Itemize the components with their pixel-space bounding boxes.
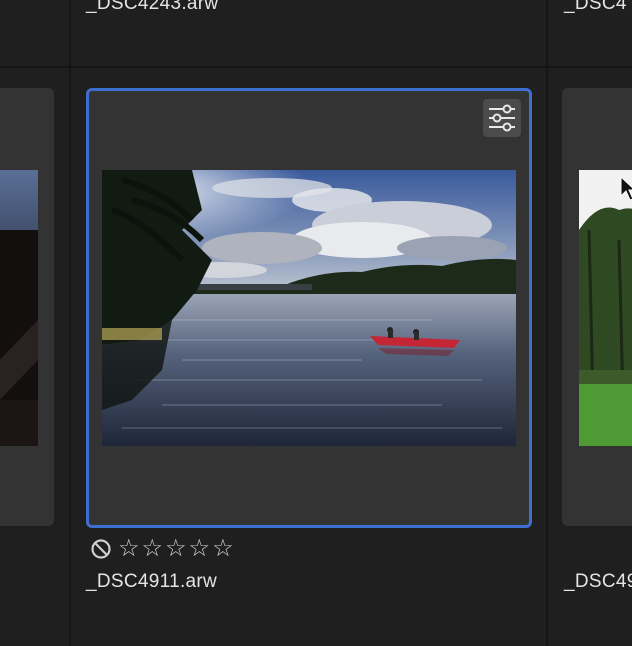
mouse-cursor-icon — [620, 176, 632, 201]
star-1-icon[interactable]: ☆ — [118, 537, 140, 561]
sliders-icon — [489, 104, 515, 132]
selected-filename[interactable]: _DSC4911.arw — [86, 571, 217, 593]
top-center-filename[interactable]: _DSC4243.arw — [86, 0, 218, 15]
column-divider-right — [546, 0, 548, 646]
right-filename[interactable]: _DSC49 — [564, 571, 632, 593]
adjustments-button[interactable] — [483, 99, 521, 137]
selected-thumbnail-image — [102, 170, 516, 446]
row-divider — [0, 66, 632, 68]
rating-row: ☆ ☆ ☆ ☆ ☆ — [90, 537, 234, 561]
left-thumbnail-card[interactable] — [0, 88, 54, 526]
top-right-filename[interactable]: _DSC4 — [564, 0, 627, 15]
star-2-icon[interactable]: ☆ — [142, 537, 164, 561]
star-3-icon[interactable]: ☆ — [165, 537, 187, 561]
right-thumbnail-image — [579, 170, 632, 446]
selected-thumbnail-card[interactable] — [86, 88, 532, 528]
reject-flag-icon[interactable] — [90, 538, 112, 560]
column-divider-left — [69, 0, 71, 646]
left-thumbnail-image — [0, 170, 38, 446]
star-4-icon[interactable]: ☆ — [189, 537, 211, 561]
right-thumbnail-card[interactable] — [562, 88, 632, 526]
star-5-icon[interactable]: ☆ — [212, 537, 234, 561]
